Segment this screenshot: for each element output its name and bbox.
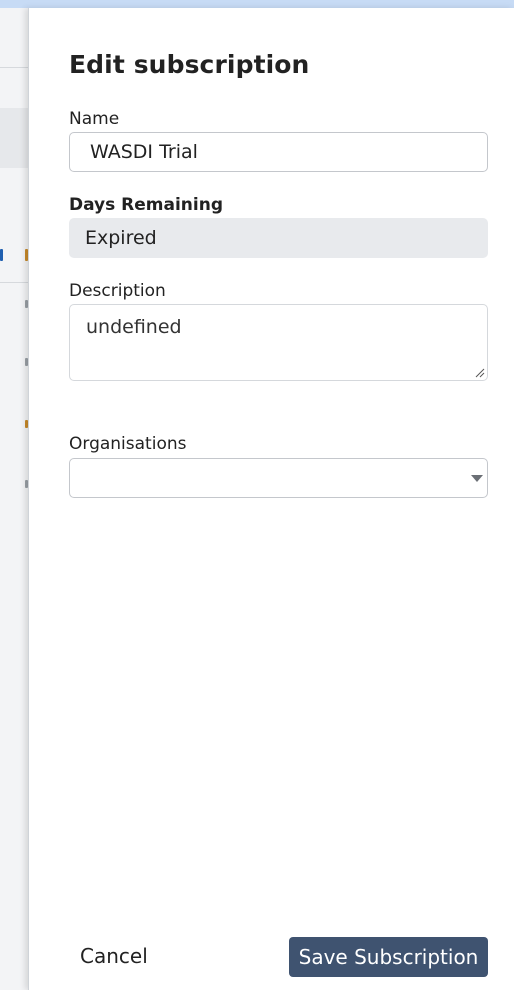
description-label: Description <box>69 281 166 301</box>
organisations-label: Organisations <box>69 434 187 454</box>
top-accent-strip <box>0 0 514 8</box>
days-remaining-label: Days Remaining <box>69 195 224 215</box>
background-text-fragment <box>0 249 3 261</box>
divider <box>0 67 28 68</box>
days-remaining-field: Expired <box>69 218 488 258</box>
dialog-title: Edit subscription <box>69 50 310 79</box>
resize-handle-icon[interactable] <box>475 368 485 378</box>
background-page-partial <box>0 8 28 990</box>
description-text: undefined <box>86 316 182 338</box>
name-label: Name <box>69 109 120 129</box>
background-row-highlight <box>0 108 28 168</box>
divider <box>0 282 28 283</box>
chevron-down-icon <box>471 475 483 482</box>
description-textarea[interactable]: undefined <box>69 304 488 381</box>
save-subscription-button[interactable]: Save Subscription <box>289 937 488 977</box>
cancel-button[interactable]: Cancel <box>80 944 148 968</box>
name-input[interactable]: WASDI Trial <box>69 132 488 172</box>
edit-subscription-panel: Edit subscription Name WASDI Trial Days … <box>28 8 514 990</box>
organisations-select[interactable] <box>69 458 488 498</box>
